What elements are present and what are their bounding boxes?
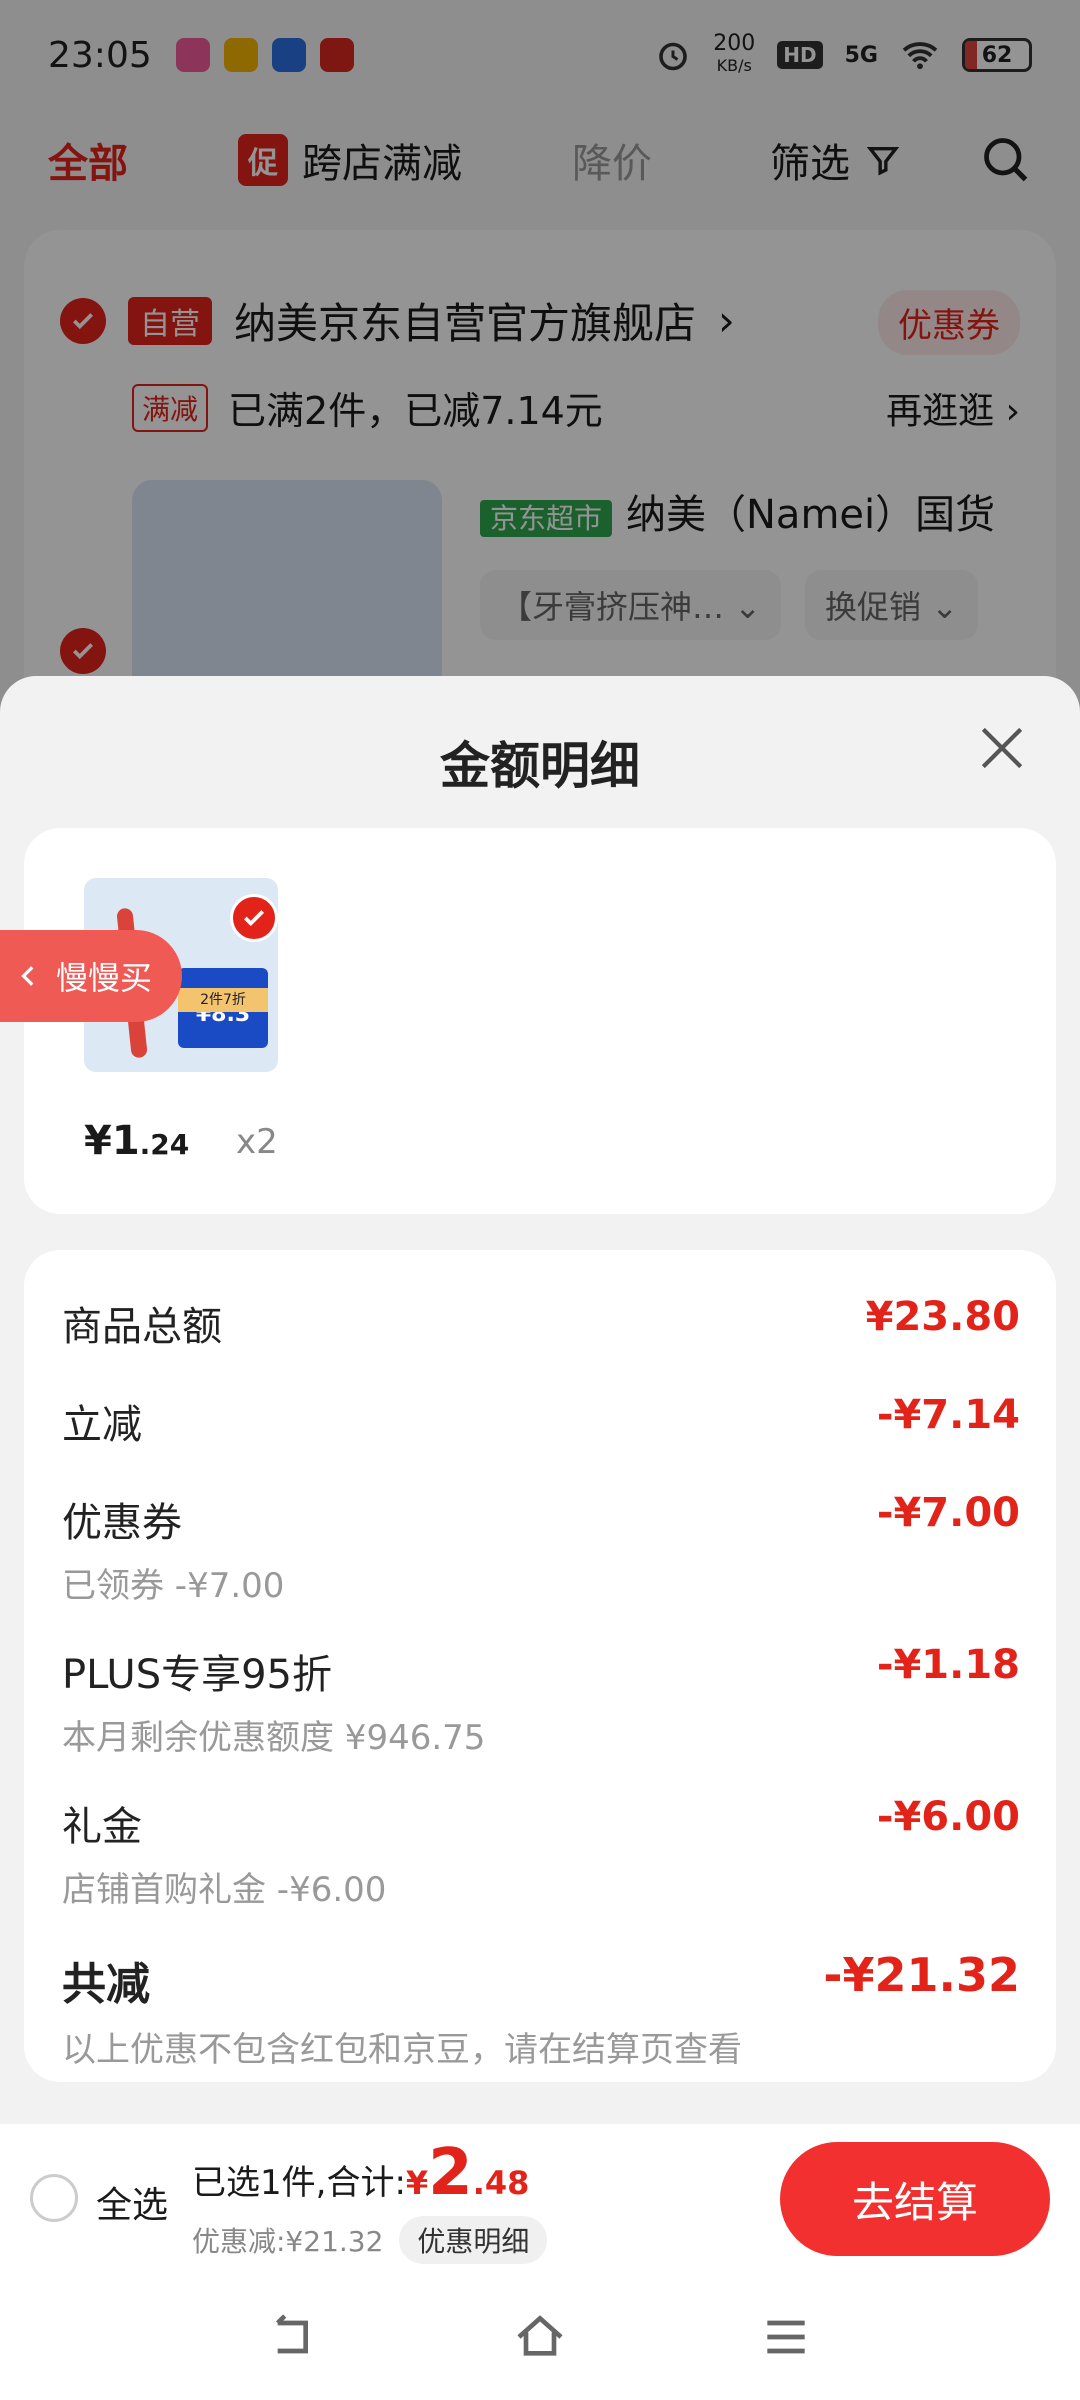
discount-amount: 优惠减:¥21.32 [192,2225,384,2258]
price-breakdown-card: 商品总额 ¥23.80 立减 -¥7.14 优惠券 已领券 -¥7.00 -¥7… [24,1250,1056,2082]
breakdown-row-total-discount: 共减 以上优惠不包含红包和京豆，请在结算页查看 -¥21.32 [62,1948,1020,2071]
selected-item-card: ¥8.3 2件7折 ¥1.24 x2 [24,828,1056,1214]
checkout-bar: 全选 已选1件,合计:¥2.48 优惠减:¥21.32 优惠明细 去结算 [0,2124,1080,2274]
item-price: ¥1.24 [84,1118,189,1164]
row-sub: 已领券 -¥7.00 [62,1566,285,1606]
row-sub: 本月剩余优惠额度 ¥946.75 [62,1718,486,1758]
check-icon [243,910,265,927]
row-value: -¥1.18 [876,1642,1020,1688]
breakdown-row-plus: PLUS专享95折 本月剩余优惠额度 ¥946.75 -¥1.18 [62,1642,1020,1759]
breakdown-row-total: 商品总额 ¥23.80 [62,1294,1020,1352]
item-quantity: x2 [236,1122,278,1162]
back-icon[interactable] [266,2309,322,2365]
chevron-left-icon [21,966,34,986]
breakdown-row-instant-discount: 立减 -¥7.14 [62,1392,1020,1450]
slow-buy-tab[interactable]: 慢慢买 [0,930,182,1022]
amount-decimal: .48 [472,2164,530,2202]
thumb-sale-tag: 2件7折 [178,988,268,1012]
discount-detail-button[interactable]: 优惠明细 [399,2216,548,2264]
row-value: ¥23.80 [865,1294,1020,1340]
currency-symbol: ¥ [405,2164,429,2202]
amount-integer: 2 [428,2136,473,2210]
system-nav-bar [0,2274,1080,2400]
menu-icon[interactable] [758,2309,814,2365]
checkout-button[interactable]: 去结算 [780,2142,1050,2256]
breakdown-row-gift-money: 礼金 店铺首购礼金 -¥6.00 -¥6.00 [62,1794,1020,1911]
row-value: -¥6.00 [876,1794,1020,1840]
row-value: -¥7.14 [876,1392,1020,1438]
row-value: -¥7.00 [876,1490,1020,1536]
breakdown-row-coupon: 优惠券 已领券 -¥7.00 -¥7.00 [62,1490,1020,1607]
select-all-label[interactable]: 全选 [96,2176,168,2228]
slow-buy-label: 慢慢买 [56,959,153,997]
item-price-dec: .24 [139,1128,190,1161]
item-price-int: ¥1 [84,1118,140,1164]
home-icon[interactable] [512,2309,568,2365]
checkout-summary: 已选1件,合计:¥2.48 [192,2136,529,2210]
item-checkbox[interactable] [230,894,278,942]
row-sub: 店铺首购礼金 -¥6.00 [62,1870,387,1910]
select-all-checkbox[interactable] [30,2174,78,2222]
total-discount-note: 以上优惠不包含红包和京豆，请在结算页查看 [62,2030,742,2070]
close-icon[interactable] [974,720,1030,776]
total-discount-value: -¥21.32 [823,1948,1020,2002]
selected-count: 已选1件,合计: [192,2163,406,2203]
sheet-title: 金额明细 [440,737,640,795]
amount-detail-sheet: 金额明细 ¥8.3 2件7折 ¥1.24 x2 慢慢买 商品总额 ¥23.80 … [0,676,1080,2276]
